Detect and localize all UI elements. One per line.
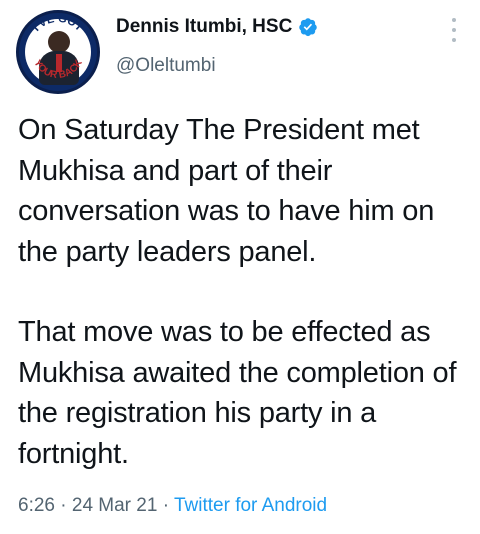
avatar-text-top: I'VE GOT — [31, 13, 86, 34]
tweet-meta: 6:26 · 24 Mar 21 · Twitter for Android — [18, 495, 327, 517]
meta-separator: · — [157, 495, 174, 516]
avatar-logo-text: I'VE GOT YOUR BACK — [31, 13, 86, 81]
svg-text:YOUR BACK: YOUR BACK — [31, 57, 85, 81]
avatar[interactable]: I'VE GOT YOUR BACK — [16, 10, 100, 94]
more-options-icon[interactable] — [450, 18, 458, 42]
more-dot — [452, 18, 456, 22]
tweet-time[interactable]: 6:26 — [18, 495, 55, 516]
author-name-row[interactable]: Dennis Itumbi, HSC — [116, 16, 318, 38]
author-display-name[interactable]: Dennis Itumbi, HSC — [116, 16, 292, 38]
tweet-paragraph: That move was to be effected as Mukhisa … — [18, 316, 457, 470]
tweet-card: I'VE GOT YOUR BACK Dennis Itumbi, HSC @O… — [0, 0, 480, 534]
more-dot — [452, 38, 456, 42]
tweet-source-link[interactable]: Twitter for Android — [174, 495, 327, 516]
meta-separator: · — [54, 495, 72, 516]
avatar-text-bottom: YOUR BACK — [31, 57, 85, 81]
author-handle[interactable]: @Oleltumbi — [116, 55, 216, 77]
tweet-body: On Saturday The President met Mukhisa an… — [18, 110, 468, 474]
tweet-date[interactable]: 24 Mar 21 — [72, 495, 158, 516]
verified-badge-icon — [299, 18, 318, 37]
tweet-paragraph: On Saturday The President met Mukhisa an… — [18, 114, 435, 268]
svg-text:I'VE GOT: I'VE GOT — [31, 13, 86, 34]
more-dot — [452, 28, 456, 32]
